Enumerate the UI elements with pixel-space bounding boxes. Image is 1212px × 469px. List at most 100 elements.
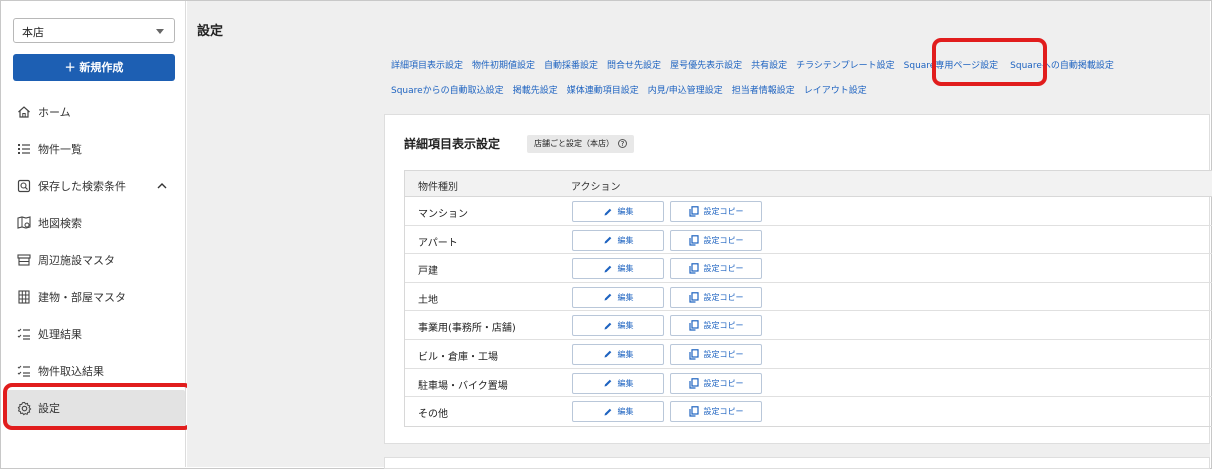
copy-settings-button[interactable]: 設定コピー [670, 258, 762, 280]
property-type-name: 事業用(事務所・店舗) [418, 323, 516, 335]
edit-label: 編集 [617, 264, 634, 274]
table-row: マンション 編集 設定コピー [405, 197, 1212, 226]
copy-label: 設定コピー [703, 292, 744, 302]
property-type-name: 戸建 [418, 266, 438, 278]
property-type-name: 土地 [418, 294, 438, 306]
edit-button[interactable]: 編集 [572, 372, 664, 394]
pencil-icon [604, 293, 611, 301]
link-sharing[interactable]: 共有設定 [751, 61, 787, 71]
edit-label: 編集 [617, 349, 634, 359]
edit-label: 編集 [617, 292, 634, 302]
pencil-icon [604, 208, 611, 215]
pencil-icon [604, 379, 611, 387]
edit-label: 編集 [617, 407, 634, 417]
badge-label: 店舗ごと設定（本店） [534, 139, 614, 148]
link-property-defaults[interactable]: 物件初期値設定 [472, 61, 535, 71]
link-auto-numbering[interactable]: 自動採番設定 [544, 61, 598, 71]
sidebar-item-building-master[interactable]: 建物・部屋マスタ [7, 279, 185, 315]
table-row: 駐車場・バイク置場 編集 設定コピー [405, 369, 1212, 398]
copy-label: 設定コピー [703, 349, 744, 359]
property-type-name: その他 [418, 409, 448, 421]
store-scope-badge: 店舗ごと設定（本店）? [527, 135, 634, 153]
copy-icon [688, 320, 699, 331]
edit-button[interactable]: 編集 [572, 201, 664, 222]
edit-button[interactable]: 編集 [572, 258, 664, 280]
copy-label: 設定コピー [703, 378, 744, 388]
checklist-icon [16, 326, 32, 342]
table-row: 土地 編集 設定コピー [405, 283, 1212, 312]
copy-label: 設定コピー [703, 207, 744, 216]
copy-icon [688, 377, 699, 389]
facility-icon [16, 252, 32, 268]
pencil-icon [604, 265, 611, 273]
sidebar-item-facility-master[interactable]: 周辺施設マスタ [7, 242, 185, 278]
edit-button[interactable]: 編集 [572, 343, 664, 365]
pencil-icon [604, 236, 611, 244]
sidebar-item-process-results[interactable]: 処理結果 [7, 316, 185, 352]
table-header: 物件種別 アクション [405, 171, 1212, 197]
link-viewing-application[interactable]: 内見/申込管理設定 [648, 86, 723, 96]
copy-label: 設定コピー [703, 321, 744, 331]
copy-settings-button[interactable]: 設定コピー [670, 315, 762, 337]
edit-label: 編集 [617, 235, 634, 245]
column-header-action: アクション [571, 182, 621, 193]
link-listing-destination[interactable]: 掲載先設定 [513, 86, 558, 96]
highlight-box-settings [3, 383, 193, 430]
card-title: 詳細項目表示設定 [404, 137, 501, 151]
new-create-button[interactable]: ＋ 新規作成 [13, 54, 175, 81]
building-icon [16, 289, 32, 305]
sidebar-item-label: ホーム [38, 106, 71, 119]
pencil-icon [604, 351, 611, 358]
sidebar-item-label: 保存した検索条件 [38, 180, 126, 193]
property-type-name: アパート [418, 237, 458, 249]
property-type-table: 物件種別 アクション マンション 編集 設定コピー アパート 編集 設定コピー 戸建 編集 設定… [404, 170, 1212, 427]
detail-display-card: 詳細項目表示設定 店舗ごと設定（本店）? 物件種別 アクション マンション 編集設… [384, 114, 1212, 444]
link-flyer-template[interactable]: チラシテンプレート設定 [796, 61, 895, 71]
sidebar-item-label: 周辺施設マスタ [38, 254, 115, 267]
table-row: その他 編集 設定コピー [405, 397, 1212, 426]
next-card [384, 457, 1210, 469]
store-select-value: 本店 [22, 26, 44, 39]
settings-links-row-2: Squareからの自動取込設定 掲載先設定 媒体連動項目設定 内見/申込管理設定 担当者… [391, 83, 876, 96]
sidebar-item-label: 処理結果 [38, 328, 82, 341]
edit-button[interactable]: 編集 [572, 401, 664, 423]
pencil-icon [604, 322, 611, 330]
sidebar-item-home[interactable]: ホーム [7, 94, 185, 130]
sidebar-item-property-list[interactable]: 物件一覧 [7, 131, 185, 167]
edit-label: 編集 [617, 378, 634, 388]
home-icon [16, 104, 32, 120]
link-media-linked-items[interactable]: 媒体連動項目設定 [567, 86, 639, 96]
link-staff-info[interactable]: 担当者情報設定 [732, 86, 795, 96]
copy-settings-button[interactable]: 設定コピー [670, 201, 762, 222]
copy-settings-button[interactable]: 設定コピー [670, 372, 762, 394]
sidebar-item-map-search[interactable]: 地図検索 [7, 205, 185, 241]
property-type-name: 駐車場・バイク置場 [418, 380, 508, 392]
sidebar-item-label: 物件一覧 [38, 143, 82, 156]
edit-button[interactable]: 編集 [572, 315, 664, 337]
edit-button[interactable]: 編集 [572, 229, 664, 251]
link-detail-display[interactable]: 詳細項目表示設定 [391, 61, 463, 71]
checklist-icon [16, 363, 32, 379]
help-icon[interactable]: ? [618, 139, 627, 148]
link-square-auto-import[interactable]: Squareからの自動取込設定 [391, 86, 504, 96]
copy-label: 設定コピー [703, 264, 744, 274]
sidebar-item-saved-search[interactable]: 保存した検索条件 [7, 168, 185, 204]
copy-icon [688, 291, 699, 303]
edit-label: 編集 [617, 207, 634, 216]
store-select[interactable]: 本店 [13, 18, 175, 43]
map-search-icon [16, 215, 32, 231]
link-trade-name[interactable]: 屋号優先表示設定 [670, 61, 742, 71]
copy-icon [688, 206, 699, 217]
table-row: アパート 編集 設定コピー [405, 226, 1212, 255]
table-row: 事業用(事務所・店舗) 編集 設定コピー [405, 311, 1212, 340]
link-layout[interactable]: レイアウト設定 [804, 86, 867, 96]
copy-settings-button[interactable]: 設定コピー [670, 343, 762, 365]
pencil-icon [604, 408, 611, 416]
property-type-name: マンション [418, 209, 468, 220]
link-contact[interactable]: 問合せ先設定 [607, 61, 661, 71]
copy-settings-button[interactable]: 設定コピー [670, 401, 762, 423]
copy-settings-button[interactable]: 設定コピー [670, 286, 762, 308]
highlight-box-square-page [932, 38, 1047, 86]
copy-settings-button[interactable]: 設定コピー [670, 229, 762, 251]
edit-button[interactable]: 編集 [572, 286, 664, 308]
